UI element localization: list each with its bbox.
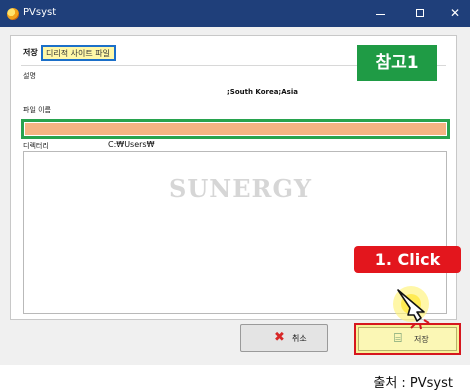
directory-label: 디렉터리	[23, 142, 49, 150]
file-name-highlight	[21, 119, 450, 139]
file-list[interactable]: SUNERGY	[23, 151, 447, 314]
watermark: SUNERGY	[169, 174, 313, 203]
maximize-button[interactable]	[405, 0, 435, 27]
file-name-input[interactable]	[25, 123, 446, 135]
cancel-x-icon: ✖	[274, 330, 285, 345]
save-button-label: 저장	[414, 335, 429, 344]
site-file-tag: 디리적 사이트 파일	[41, 45, 116, 61]
description-value: ;South Korea;Asia	[227, 88, 298, 96]
cancel-button-label: 취소	[292, 334, 307, 343]
maximize-icon	[416, 9, 424, 17]
directory-path: C:₩Users₩	[108, 140, 155, 149]
site-file-tag-label: 디리적 사이트 파일	[46, 49, 110, 58]
file-name-label: 파일 이름	[23, 106, 51, 114]
description-label: 설명	[23, 72, 36, 80]
close-button[interactable]: ✕	[440, 0, 470, 27]
source-caption: 출처 : PVsyst	[373, 376, 453, 391]
window-title: PVsyst	[23, 7, 57, 18]
click-callout: 1. Click	[354, 246, 461, 273]
save-disk-icon: ⌸	[394, 331, 402, 346]
cancel-button[interactable]: ✖ 취소	[240, 324, 328, 352]
reference-badge: 참고1	[357, 45, 437, 81]
pointing-hand-icon	[393, 286, 430, 330]
title-bar: PVsyst ✕	[0, 0, 470, 27]
pvsyst-save-dialog: PVsyst ✕ 저장 디리적 사이트 파일 설명 ;South Korea;A…	[0, 0, 470, 392]
minimize-button[interactable]	[366, 0, 396, 27]
save-heading: 저장	[23, 48, 38, 57]
pvsyst-logo-icon	[7, 8, 19, 20]
